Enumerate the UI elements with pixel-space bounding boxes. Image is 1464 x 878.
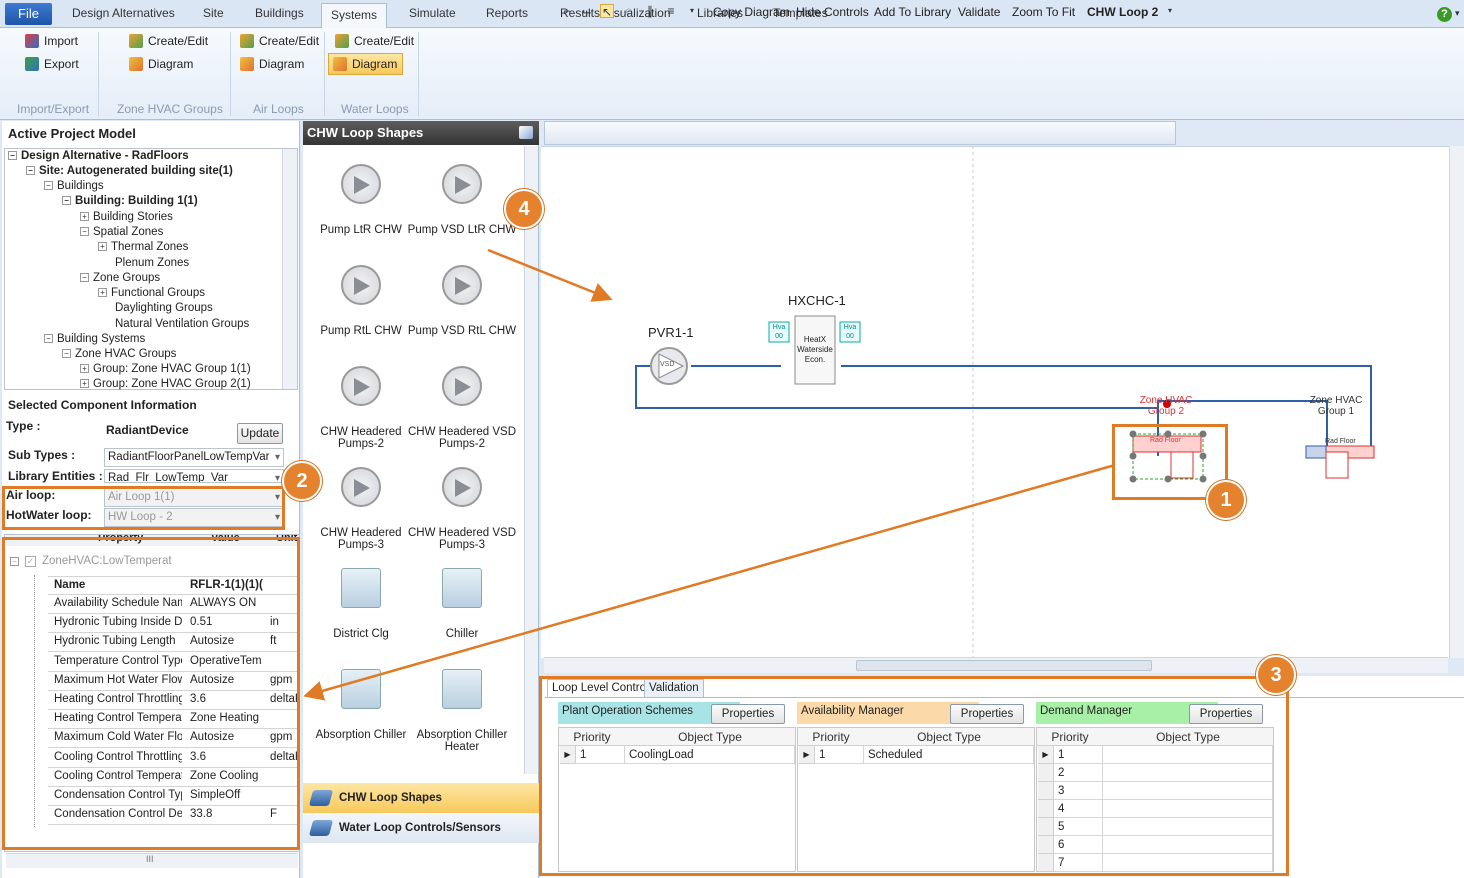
callout-4: 4 [504, 189, 544, 229]
callout-2: 2 [282, 461, 322, 501]
callout-3: 3 [1256, 655, 1296, 695]
annotation-arrows [303, 248, 1116, 701]
callout-1: 1 [1206, 480, 1246, 520]
